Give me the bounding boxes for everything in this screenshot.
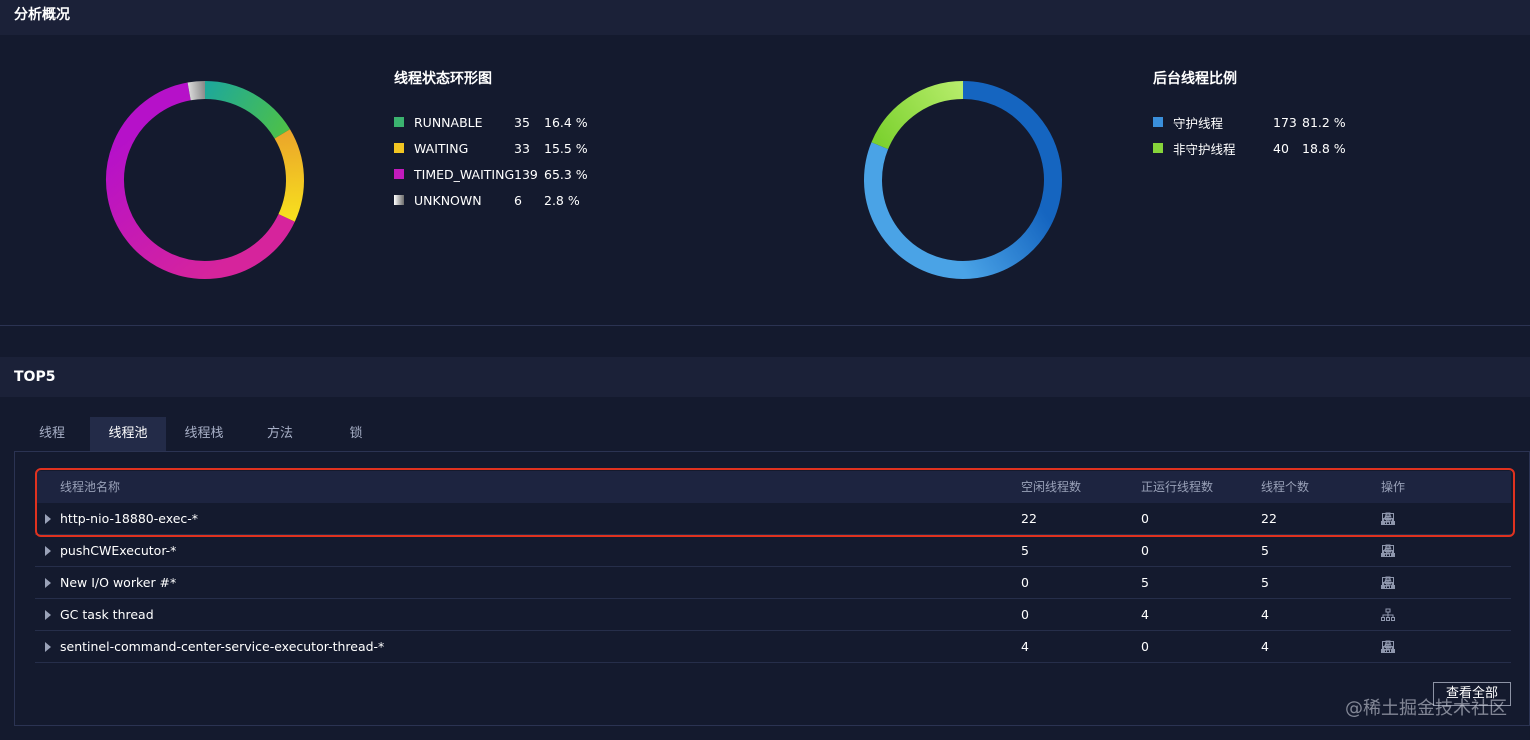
legend-percent: 81.2 % xyxy=(1302,114,1346,130)
daemon-chart-title: 后台线程比例 xyxy=(1153,71,1237,87)
legend-label: 非守护线程 xyxy=(1173,141,1236,157)
legend-label: UNKNOWN xyxy=(414,192,482,208)
legend-count: 173 xyxy=(1273,114,1297,130)
legend-percent: 65.3 % xyxy=(544,166,588,182)
top5-title: TOP5 xyxy=(14,369,56,385)
legend-item-timed-waiting[interactable]: TIMED_WAITING 139 65.3 % xyxy=(394,161,644,187)
legend-item-runnable[interactable]: RUNNABLE 35 16.4 % xyxy=(394,109,644,135)
lock-icon[interactable] xyxy=(1381,503,1413,535)
thread-count-cell: 22 xyxy=(1261,511,1277,526)
table-row[interactable]: New I/O worker #* 0 5 5 xyxy=(35,567,1511,599)
running-threads-cell: 4 xyxy=(1141,607,1149,622)
thread-state-legend: 线程状态环形图 RUNNABLE 35 16.4 % WAITING 33 15… xyxy=(394,70,644,213)
tab-thread-stacks[interactable]: 线程栈 xyxy=(166,417,242,451)
pool-name-cell: sentinel-command-center-service-executor… xyxy=(60,639,385,654)
section-divider xyxy=(0,325,1530,326)
legend-swatch xyxy=(394,169,404,179)
tree-icon[interactable] xyxy=(1381,599,1413,631)
col-running-threads[interactable]: 正运行线程数 xyxy=(1141,471,1213,503)
overview-header: 分析概况 xyxy=(0,0,1530,35)
thread-count-cell: 5 xyxy=(1261,543,1269,558)
pool-name-cell: http-nio-18880-exec-* xyxy=(60,511,199,526)
table-body: http-nio-18880-exec-* 22 0 22 pushCWExecutor… xyxy=(35,503,1511,663)
legend-swatch xyxy=(394,117,404,127)
thread-state-chart-title: 线程状态环形图 xyxy=(394,71,492,87)
table-row[interactable]: pushCWExecutor-* 5 0 5 xyxy=(35,535,1511,567)
legend-swatch xyxy=(1153,143,1163,153)
idle-threads-cell: 5 xyxy=(1021,543,1029,558)
expand-caret-icon[interactable] xyxy=(45,514,51,524)
idle-threads-cell: 0 xyxy=(1021,575,1029,590)
idle-threads-cell: 4 xyxy=(1021,639,1029,654)
col-pool-name[interactable]: 线程池名称 xyxy=(60,471,120,503)
daemon-donut xyxy=(864,81,1062,279)
view-all-button[interactable]: 查看全部 xyxy=(1433,682,1511,706)
running-threads-cell: 0 xyxy=(1141,511,1149,526)
thread-state-donut xyxy=(106,81,304,279)
donut-slice-waiting[interactable] xyxy=(274,129,304,222)
expand-caret-icon[interactable] xyxy=(45,546,51,556)
legend-swatch xyxy=(1153,117,1163,127)
daemon-legend: 后台线程比例 守护线程 173 81.2 % 非守护线程 40 18.8 % xyxy=(1153,70,1403,161)
col-operations: 操作 xyxy=(1381,480,1406,494)
tab-locks[interactable]: 锁 xyxy=(318,417,394,451)
legend-count: 40 xyxy=(1273,140,1289,156)
legend-count: 35 xyxy=(514,114,530,130)
legend-percent: 2.8 % xyxy=(544,192,580,208)
legend-swatch xyxy=(394,143,404,153)
pool-name-cell: GC task thread xyxy=(60,607,154,622)
tab-threads[interactable]: 线程 xyxy=(14,417,90,451)
legend-label: 守护线程 xyxy=(1173,115,1224,131)
thread-pool-table: 线程池名称 空闲线程数 正运行线程数 线程个数 操作 http-nio-1888… xyxy=(35,471,1511,663)
running-threads-cell: 5 xyxy=(1141,575,1149,590)
lock-icon[interactable] xyxy=(1381,631,1413,663)
table-row[interactable]: GC task thread 0 4 4 xyxy=(35,599,1511,631)
pool-name-cell: pushCWExecutor-* xyxy=(60,543,177,558)
donut-slice--[interactable] xyxy=(871,81,964,150)
legend-item-daemon[interactable]: 守护线程 173 81.2 % xyxy=(1153,109,1403,135)
tab-methods[interactable]: 方法 xyxy=(242,417,318,451)
legend-count: 33 xyxy=(514,140,530,156)
donut-slice-runnable[interactable] xyxy=(204,81,290,139)
expand-caret-icon[interactable] xyxy=(45,642,51,652)
donut-slice-unknown[interactable] xyxy=(187,81,206,101)
thread-count-cell: 5 xyxy=(1261,575,1269,590)
legend-item-waiting[interactable]: WAITING 33 15.5 % xyxy=(394,135,644,161)
table-header: 线程池名称 空闲线程数 正运行线程数 线程个数 操作 xyxy=(35,471,1511,503)
pool-name-cell: New I/O worker #* xyxy=(60,575,177,590)
legend-percent: 16.4 % xyxy=(544,114,588,130)
idle-threads-cell: 0 xyxy=(1021,607,1029,622)
table-row[interactable]: sentinel-command-center-service-executor… xyxy=(35,631,1511,663)
table-row[interactable]: http-nio-18880-exec-* 22 0 22 xyxy=(35,503,1511,535)
running-threads-cell: 0 xyxy=(1141,639,1149,654)
thread-count-cell: 4 xyxy=(1261,607,1269,622)
legend-item-non-daemon[interactable]: 非守护线程 40 18.8 % xyxy=(1153,135,1403,161)
top5-tabs: 线程 线程池 线程栈 方法 锁 xyxy=(14,417,394,451)
legend-count: 6 xyxy=(514,192,522,208)
tab-thread-pools[interactable]: 线程池 xyxy=(90,417,166,451)
lock-icon[interactable] xyxy=(1381,535,1413,567)
legend-label: RUNNABLE xyxy=(414,114,483,130)
legend-count: 139 xyxy=(514,166,538,182)
legend-label: WAITING xyxy=(414,140,469,156)
col-thread-count[interactable]: 线程个数 xyxy=(1261,471,1309,503)
top5-header: TOP5 xyxy=(0,357,1530,397)
expand-caret-icon[interactable] xyxy=(45,610,51,620)
idle-threads-cell: 22 xyxy=(1021,511,1037,526)
legend-swatch xyxy=(394,195,404,205)
col-idle-threads[interactable]: 空闲线程数 xyxy=(1021,471,1081,503)
legend-percent: 18.8 % xyxy=(1302,140,1346,156)
running-threads-cell: 0 xyxy=(1141,543,1149,558)
lock-icon[interactable] xyxy=(1381,567,1413,599)
expand-caret-icon[interactable] xyxy=(45,578,51,588)
legend-item-unknown[interactable]: UNKNOWN 6 2.8 % xyxy=(394,187,644,213)
overview-title: 分析概况 xyxy=(14,7,70,23)
legend-percent: 15.5 % xyxy=(544,140,588,156)
legend-label: TIMED_WAITING xyxy=(414,166,515,182)
thread-count-cell: 4 xyxy=(1261,639,1269,654)
